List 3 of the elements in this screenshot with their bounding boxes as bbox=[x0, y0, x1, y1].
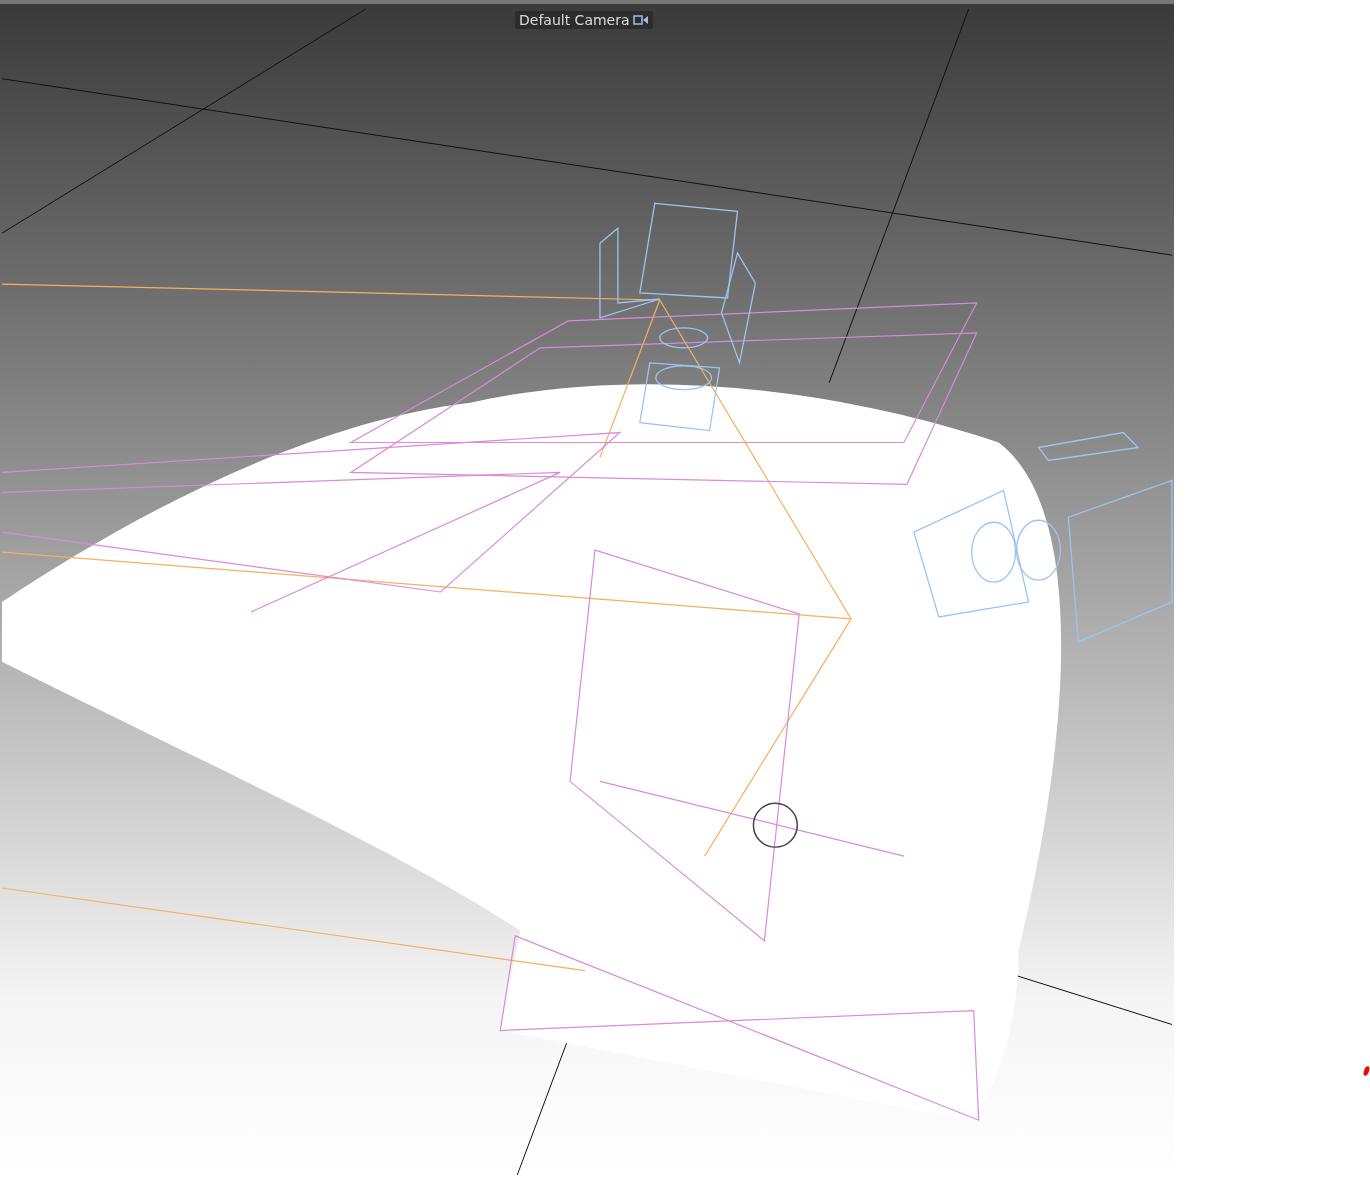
camera-icon bbox=[632, 14, 649, 26]
marker-dot bbox=[1362, 1065, 1370, 1077]
camera-label[interactable]: Default Camera bbox=[515, 11, 653, 29]
